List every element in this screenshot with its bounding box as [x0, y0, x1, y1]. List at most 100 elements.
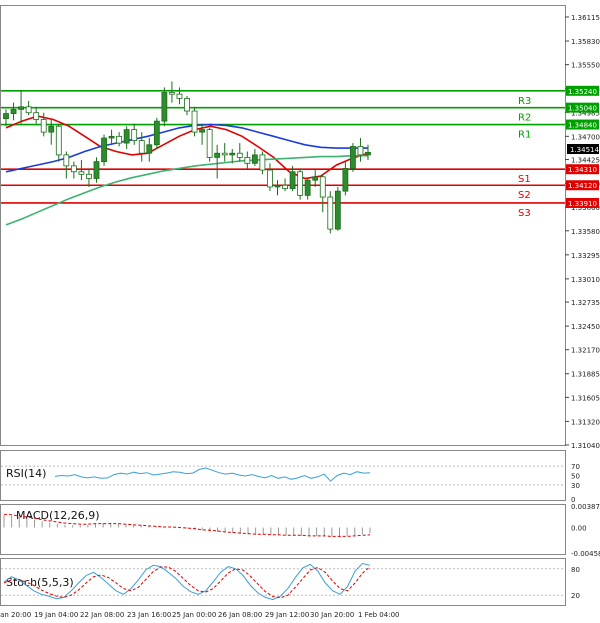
price-tick-label: 1.33295 — [571, 252, 600, 260]
candle-body — [297, 171, 304, 196]
price-axis: 1.361151.358301.355501.352651.349851.347… — [565, 14, 600, 450]
candle-body — [365, 151, 371, 156]
candle-body — [206, 129, 213, 158]
candle-body — [184, 97, 190, 112]
level-value: 1.35240 — [568, 88, 597, 96]
candle-body — [33, 112, 40, 120]
time-tick-label: 22 Jan 08:00 — [80, 611, 124, 619]
candle-body — [3, 113, 9, 120]
price-tick-label: 1.31320 — [571, 418, 600, 426]
candle-body — [18, 106, 24, 110]
candle-body — [146, 144, 153, 154]
current-price-label: 1.34514 — [570, 146, 599, 154]
candle-body — [236, 152, 243, 158]
time-tick-label: 29 Jan 12:00 — [265, 611, 309, 619]
level-label-r1: R1 — [518, 130, 531, 141]
candle-body — [259, 154, 266, 171]
rsi-tick-label: 70 — [571, 463, 580, 471]
price-tick-label: 1.31040 — [571, 442, 600, 450]
price-tick-label: 1.32170 — [571, 347, 600, 355]
candle-body — [10, 108, 17, 114]
time-tick-label: 19 Jan 04:00 — [34, 611, 78, 619]
time-tick-label: 25 Jan 00:00 — [172, 611, 216, 619]
stoch-title: Stoch(5,5,3) — [6, 576, 74, 589]
price-tick-label: 1.34425 — [571, 157, 600, 165]
candle-body — [63, 154, 70, 167]
level-label-r2: R2 — [518, 113, 531, 124]
candle-body — [274, 184, 281, 188]
level-label-s1: S1 — [518, 174, 531, 185]
candle-body — [191, 110, 198, 133]
candle-body — [169, 92, 175, 95]
candle-body — [304, 179, 311, 196]
candle-body — [138, 140, 145, 154]
candle-body — [221, 152, 228, 156]
price-tick-label: 1.31885 — [571, 371, 600, 379]
level-value: 1.34120 — [568, 182, 597, 190]
rsi-panel-frame — [0, 450, 566, 501]
candle-body — [25, 106, 32, 114]
price-tick-label: 1.33580 — [571, 228, 600, 236]
price-tick-label: 1.31605 — [571, 394, 600, 402]
candle-body — [289, 171, 296, 190]
candle-body — [153, 120, 160, 146]
candle-body — [214, 152, 221, 158]
candle-body — [251, 154, 258, 164]
candle-body — [350, 146, 356, 169]
price-panel-frame — [0, 5, 566, 446]
candle-body — [161, 92, 168, 122]
candle-body — [48, 125, 55, 133]
price-tick-label: 1.32735 — [571, 299, 600, 307]
price-tick-label: 1.32450 — [571, 323, 600, 331]
time-axis: Jan 20:00 19 Jan 04:00 22 Jan 08:00 23 Jan … — [0, 611, 399, 619]
candle-body — [327, 196, 334, 230]
time-tick-label: 26 Jan 08:00 — [218, 611, 262, 619]
stoch-tick-label: 20 — [571, 592, 580, 600]
candle-body — [334, 190, 341, 230]
candle-body — [123, 129, 130, 144]
level-value: 1.34840 — [568, 122, 597, 130]
rsi-tick-label: 50 — [571, 473, 580, 481]
candle-body — [40, 119, 47, 133]
candle-body — [199, 129, 205, 133]
time-tick-label: 1 Feb 04:00 — [358, 611, 399, 619]
chart-svg: 1.361151.358301.355501.352651.349851.347… — [0, 5, 600, 619]
candle-body — [101, 137, 107, 163]
time-tick-label: 30 Jan 20:00 — [310, 611, 354, 619]
candle-body — [131, 129, 138, 141]
macd-tick-label: -0.004583 — [571, 550, 600, 558]
candle-body — [70, 165, 77, 173]
candle-body — [282, 184, 288, 190]
candle-body — [244, 157, 251, 164]
candle-body — [93, 161, 100, 179]
candle-body — [176, 93, 183, 99]
level-value: 1.34310 — [568, 166, 597, 174]
candle-body — [55, 125, 62, 156]
level-label-s3: S3 — [518, 208, 531, 219]
candle-body — [86, 173, 92, 179]
rsi-title: RSI(14) — [6, 467, 46, 480]
stoch-tick-label: 80 — [571, 566, 580, 574]
price-tick-label: 1.35830 — [571, 38, 600, 46]
macd-tick-label: 0.003876 — [571, 503, 600, 511]
candle-body — [78, 171, 85, 175]
candle-body — [342, 167, 349, 192]
stoch-panel-frame — [0, 558, 566, 606]
level-value: 1.35040 — [568, 105, 597, 113]
candle-body — [116, 135, 123, 144]
candle-body — [312, 176, 319, 181]
candle-body — [108, 135, 115, 139]
price-tick-label: 1.34700 — [571, 133, 600, 141]
price-tick-label: 1.35550 — [571, 62, 600, 70]
macd-title: MACD(12,26,9) — [16, 509, 100, 522]
level-label-s2: S2 — [518, 190, 531, 201]
price-tick-label: 1.33010 — [571, 276, 600, 284]
time-tick-label: Jan 20:00 — [0, 611, 31, 619]
macd-tick-label: 0.00 — [571, 525, 587, 533]
time-tick-label: 23 Jan 16:00 — [127, 611, 171, 619]
candle-body — [319, 176, 326, 198]
candle-body — [229, 152, 236, 156]
level-value: 1.33910 — [568, 200, 597, 208]
level-label-r3: R3 — [518, 96, 531, 107]
candle-body — [267, 169, 273, 188]
